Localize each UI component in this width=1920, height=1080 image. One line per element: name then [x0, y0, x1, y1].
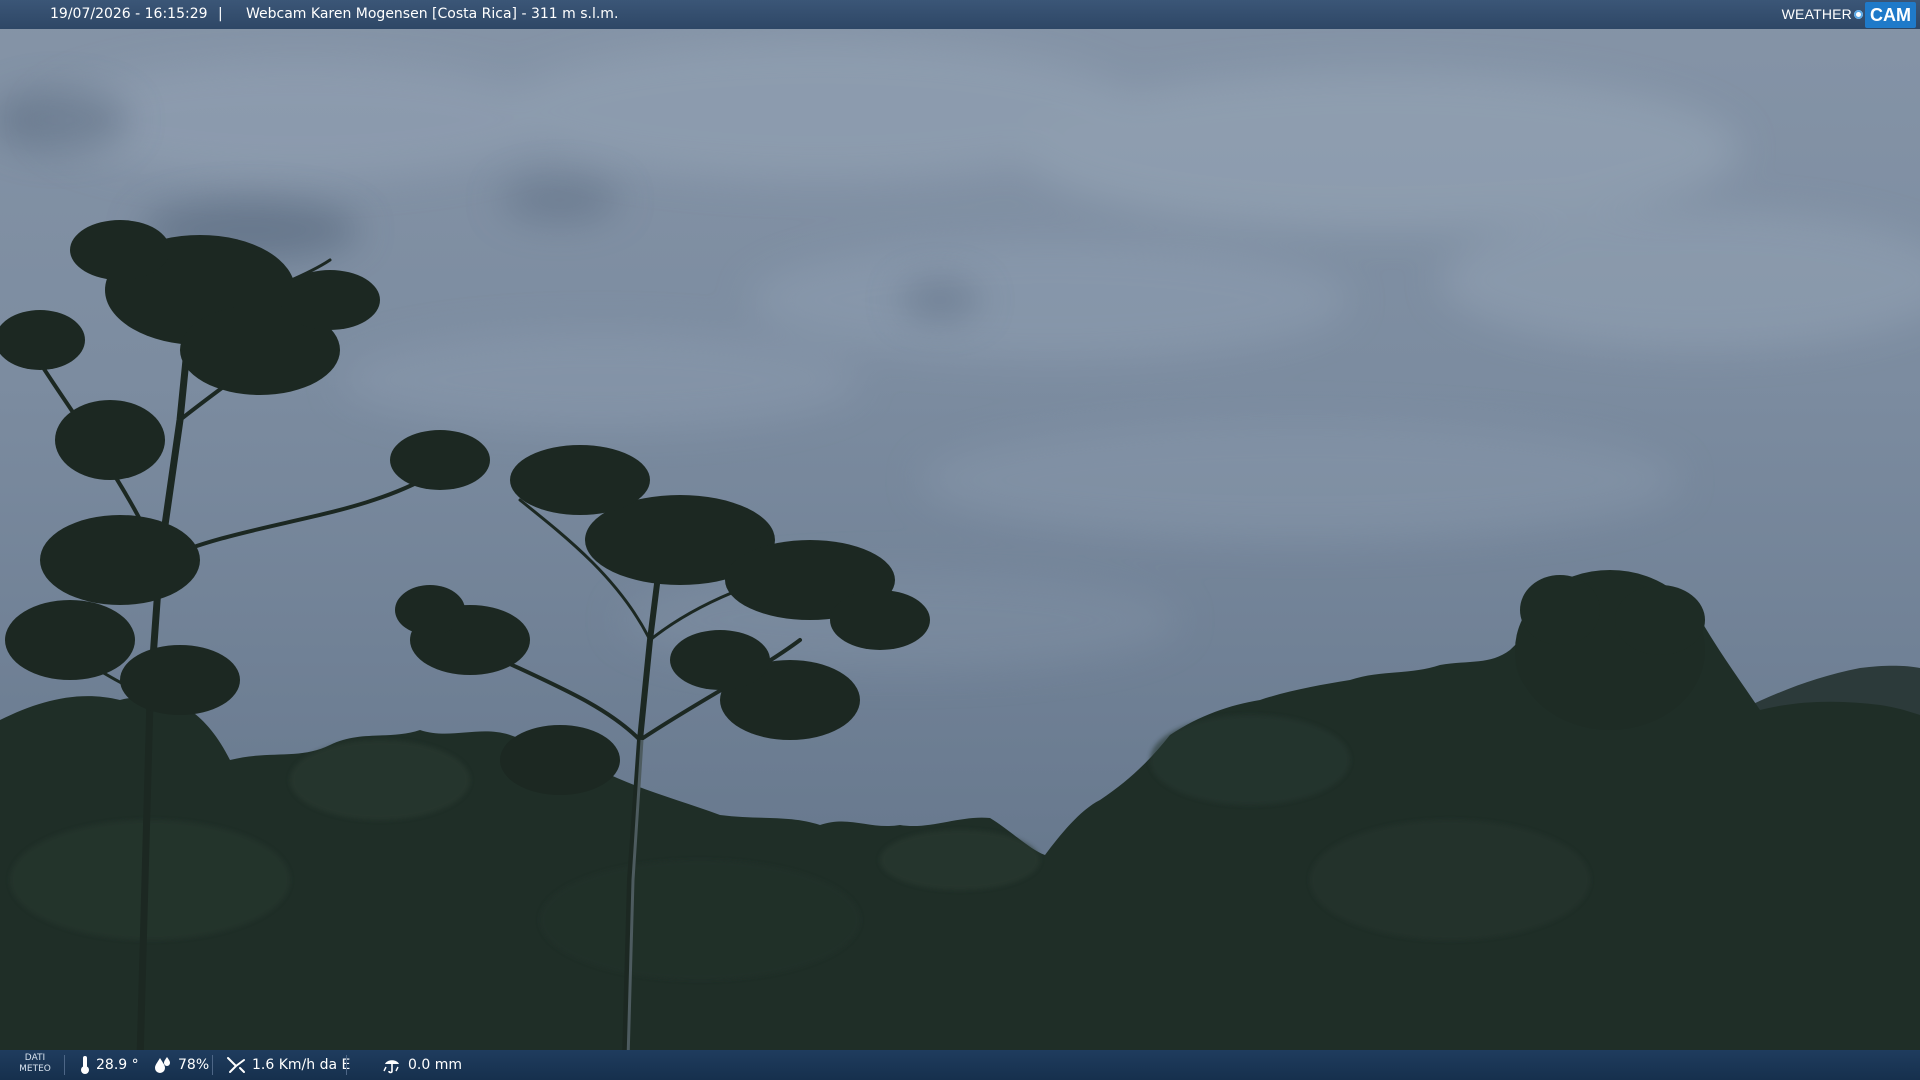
top-info-bar: 19/07/2026 - 16:15:29 | Webcam Karen Mog… [0, 0, 1920, 29]
weather-data-bar: DATI METEO 28.9 ° 78% 1.6 Km/h da E 0.0 … [0, 1050, 1920, 1080]
humidity-drop-icon [155, 1057, 170, 1073]
webcam-image [0, 0, 1920, 1080]
header-separator: | [218, 6, 223, 22]
logo-word: WEATHER [1781, 6, 1852, 22]
rain-gauge-icon [383, 1060, 399, 1074]
dati-meteo-line1: DATI [24, 1053, 46, 1063]
weathercam-logo: WEATHER CAM [1782, 0, 1920, 29]
dati-meteo-line2: METEO [19, 1064, 51, 1074]
logo-dot-icon [1854, 10, 1863, 19]
humidity-reading: 78% [154, 1050, 209, 1080]
dati-meteo-label: DATI METEO [18, 1053, 52, 1075]
wind-icon [227, 1057, 245, 1073]
wind-reading: 1.6 Km/h da E [226, 1050, 350, 1080]
temperature-reading: 28.9 ° [80, 1050, 139, 1080]
bar-divider [346, 1055, 347, 1075]
humidity-value: 78% [178, 1057, 210, 1073]
rain-reading: 0.0 mm [382, 1050, 462, 1080]
wind-value: 1.6 Km/h da E [252, 1057, 351, 1073]
temperature-value: 28.9 ° [96, 1057, 139, 1073]
bar-divider [212, 1055, 213, 1075]
logo-cam: CAM [1865, 1, 1916, 28]
webcam-title: Webcam Karen Mogensen [Costa Rica] - 311… [246, 6, 619, 22]
thermometer-icon [81, 1056, 89, 1074]
rain-value: 0.0 mm [408, 1057, 462, 1073]
bar-divider [64, 1055, 65, 1075]
datetime-text: 19/07/2026 - 16:15:29 [50, 6, 208, 22]
